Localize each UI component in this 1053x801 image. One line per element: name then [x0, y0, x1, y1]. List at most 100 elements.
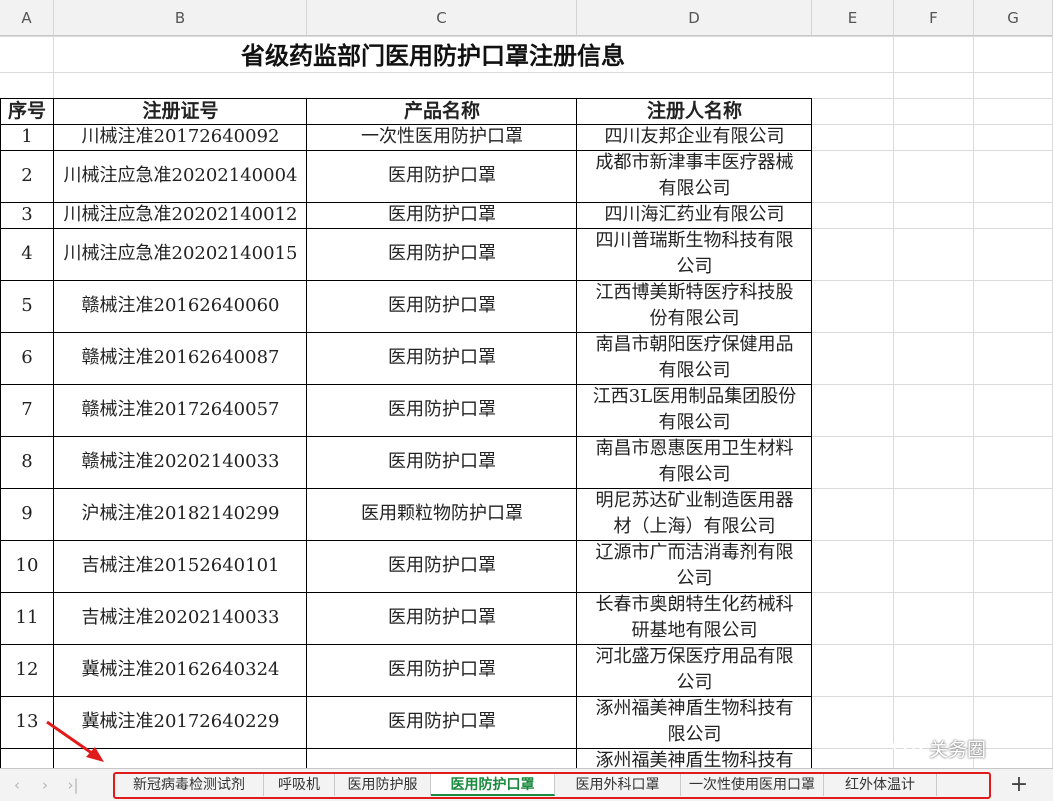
column-header-d[interactable]: D: [577, 0, 812, 36]
cell-registrant[interactable]: 涿州福美神盾生物科技有: [577, 748, 812, 768]
sheet-tab[interactable]: 医用外科口罩: [555, 774, 681, 796]
cell-reg[interactable]: 赣械注准20162640060: [54, 280, 307, 332]
cell-product[interactable]: 医用防护口罩: [307, 384, 577, 436]
sheet-tab[interactable]: 一次性使用医用口罩: [681, 774, 824, 796]
cell-product[interactable]: [307, 748, 577, 768]
cell-product[interactable]: 医用防护口罩: [307, 332, 577, 384]
registrant-line: 南昌市恩惠医用卫生材料: [595, 438, 794, 459]
registrant-line: 长春市奥朗特生化药械科: [595, 594, 794, 615]
cell-registrant[interactable]: 南昌市朝阳医疗保健用品 有限公司: [577, 332, 812, 384]
table-border: [306, 98, 307, 768]
cell-product[interactable]: 医用防护口罩: [307, 696, 577, 748]
cell-seq[interactable]: [0, 748, 54, 768]
table-border: [53, 98, 54, 768]
registrant-line: 有限公司: [658, 412, 731, 433]
chat-bubbles-icon: [893, 737, 922, 758]
sheet-tab[interactable]: 红外体温计: [824, 774, 937, 796]
table-border: [0, 384, 812, 385]
scroll-first-tab-button[interactable]: ‹: [6, 773, 28, 797]
cell-seq[interactable]: 10: [0, 540, 54, 592]
cell-registrant[interactable]: 南昌市恩惠医用卫生材料 有限公司: [577, 436, 812, 488]
cell-product[interactable]: 医用防护口罩: [307, 540, 577, 592]
sheet-tab[interactable]: 呼吸机: [264, 774, 335, 796]
grid-line: [973, 36, 974, 768]
cell-seq[interactable]: 9: [0, 488, 54, 540]
add-sheet-button[interactable]: +: [1005, 771, 1033, 799]
sheet-tab[interactable]: 医用防护服: [335, 774, 431, 796]
cell-registrant[interactable]: 涿州福美神盾生物科技有 限公司: [577, 696, 812, 748]
cell-reg[interactable]: 赣械注准20172640057: [54, 384, 307, 436]
spreadsheet-grid[interactable]: A B C D E F G 省级药监部门医用防护口罩注册信息 序号 注册证号 产品名称 注册人名称 1 川…: [0, 0, 1053, 768]
cell-registrant[interactable]: 成都市新津事丰医疗器械 有限公司: [577, 150, 812, 202]
cell-reg[interactable]: 吉械注准20152640101: [54, 540, 307, 592]
cell-product[interactable]: 医用防护口罩: [307, 280, 577, 332]
cell-reg[interactable]: 川械注应急准20202140004: [54, 150, 307, 202]
cell-product[interactable]: 医用颗粒物防护口罩: [307, 488, 577, 540]
column-header-e[interactable]: E: [812, 0, 894, 36]
cell-reg[interactable]: 赣械注准20202140033: [54, 436, 307, 488]
cell-seq[interactable]: 5: [0, 280, 54, 332]
cell-registrant[interactable]: 四川普瑞斯生物科技有限 公司: [577, 228, 812, 280]
table-border: [0, 748, 812, 749]
sheet-tab[interactable]: 医用防护口罩: [431, 774, 555, 796]
cell-registrant[interactable]: 辽源市广而洁消毒剂有限 公司: [577, 540, 812, 592]
column-header-g[interactable]: G: [974, 0, 1053, 36]
cell-product[interactable]: 医用防护口罩: [307, 644, 577, 696]
header-reg: 注册证号: [142, 100, 219, 122]
cell-reg[interactable]: 吉械注准20202140033: [54, 592, 307, 644]
cell-product[interactable]: 医用防护口罩: [307, 150, 577, 202]
table-border: [0, 280, 812, 281]
registrant-line: 江西博美斯特医疗科技股: [595, 282, 794, 303]
cell-seq[interactable]: 2: [0, 150, 54, 202]
sheet-tab[interactable]: 新冠病毒检测试剂: [115, 774, 264, 796]
cell-seq[interactable]: 7: [0, 384, 54, 436]
registrant-line: 有限公司: [658, 464, 731, 485]
cell-reg[interactable]: 赣械注准20162640087: [54, 332, 307, 384]
registrant-line: 四川海汇药业有限公司: [604, 204, 785, 225]
cell-seq[interactable]: 11: [0, 592, 54, 644]
cell-reg[interactable]: [54, 748, 307, 768]
cell-reg[interactable]: 川械注应急准20202140015: [54, 228, 307, 280]
watermark: 关务圈: [893, 730, 986, 766]
column-header-b[interactable]: B: [54, 0, 307, 36]
registrant-line: 公司: [676, 568, 713, 589]
cell-registrant[interactable]: 江西博美斯特医疗科技股 份有限公司: [577, 280, 812, 332]
cell-registrant[interactable]: 江西3L医用制品集团股份 有限公司: [577, 384, 812, 436]
cell-reg[interactable]: 川械注应急准20202140012: [54, 202, 307, 228]
cell-reg[interactable]: 川械注准20172640092: [54, 124, 307, 150]
grid-line: [0, 72, 1053, 73]
cell-seq[interactable]: 13: [0, 696, 54, 748]
scroll-next-tab-button[interactable]: ›: [34, 773, 56, 797]
cell-registrant[interactable]: 四川海汇药业有限公司: [577, 202, 812, 228]
registrant-line: 河北盛万保医疗用品有限: [595, 646, 794, 667]
cell-product[interactable]: 医用防护口罩: [307, 202, 577, 228]
cell-registrant[interactable]: 长春市奥朗特生化药械科 研基地有限公司: [577, 592, 812, 644]
cell-product[interactable]: 医用防护口罩: [307, 228, 577, 280]
cell-product[interactable]: 医用防护口罩: [307, 592, 577, 644]
column-header-c[interactable]: C: [307, 0, 577, 36]
cell-product[interactable]: 医用防护口罩: [307, 436, 577, 488]
cell-seq[interactable]: 12: [0, 644, 54, 696]
scroll-last-tab-button[interactable]: ›|: [62, 773, 84, 797]
cell-seq[interactable]: 4: [0, 228, 54, 280]
cell-seq[interactable]: 3: [0, 202, 54, 228]
column-header-f[interactable]: F: [894, 0, 974, 36]
cell-seq[interactable]: 1: [0, 124, 54, 150]
grid-line: [0, 36, 1053, 37]
cell-seq[interactable]: 6: [0, 332, 54, 384]
table-border: [0, 332, 812, 333]
cell-reg[interactable]: 冀械注准20162640324: [54, 644, 307, 696]
registrant-line: 材（上海）有限公司: [613, 516, 776, 537]
cell-reg[interactable]: 冀械注准20172640229: [54, 696, 307, 748]
table-border: [0, 228, 812, 229]
table-border: [0, 696, 812, 697]
column-header-a[interactable]: A: [0, 0, 54, 36]
cell-seq[interactable]: 8: [0, 436, 54, 488]
table-border: [0, 202, 812, 203]
cell-registrant[interactable]: 四川友邦企业有限公司: [577, 124, 812, 150]
cell-reg[interactable]: 沪械注准20182140299: [54, 488, 307, 540]
table-border: [0, 98, 1, 768]
cell-registrant[interactable]: 河北盛万保医疗用品有限 公司: [577, 644, 812, 696]
cell-product[interactable]: 一次性医用防护口罩: [307, 124, 577, 150]
cell-registrant[interactable]: 明尼苏达矿业制造医用器 材（上海）有限公司: [577, 488, 812, 540]
